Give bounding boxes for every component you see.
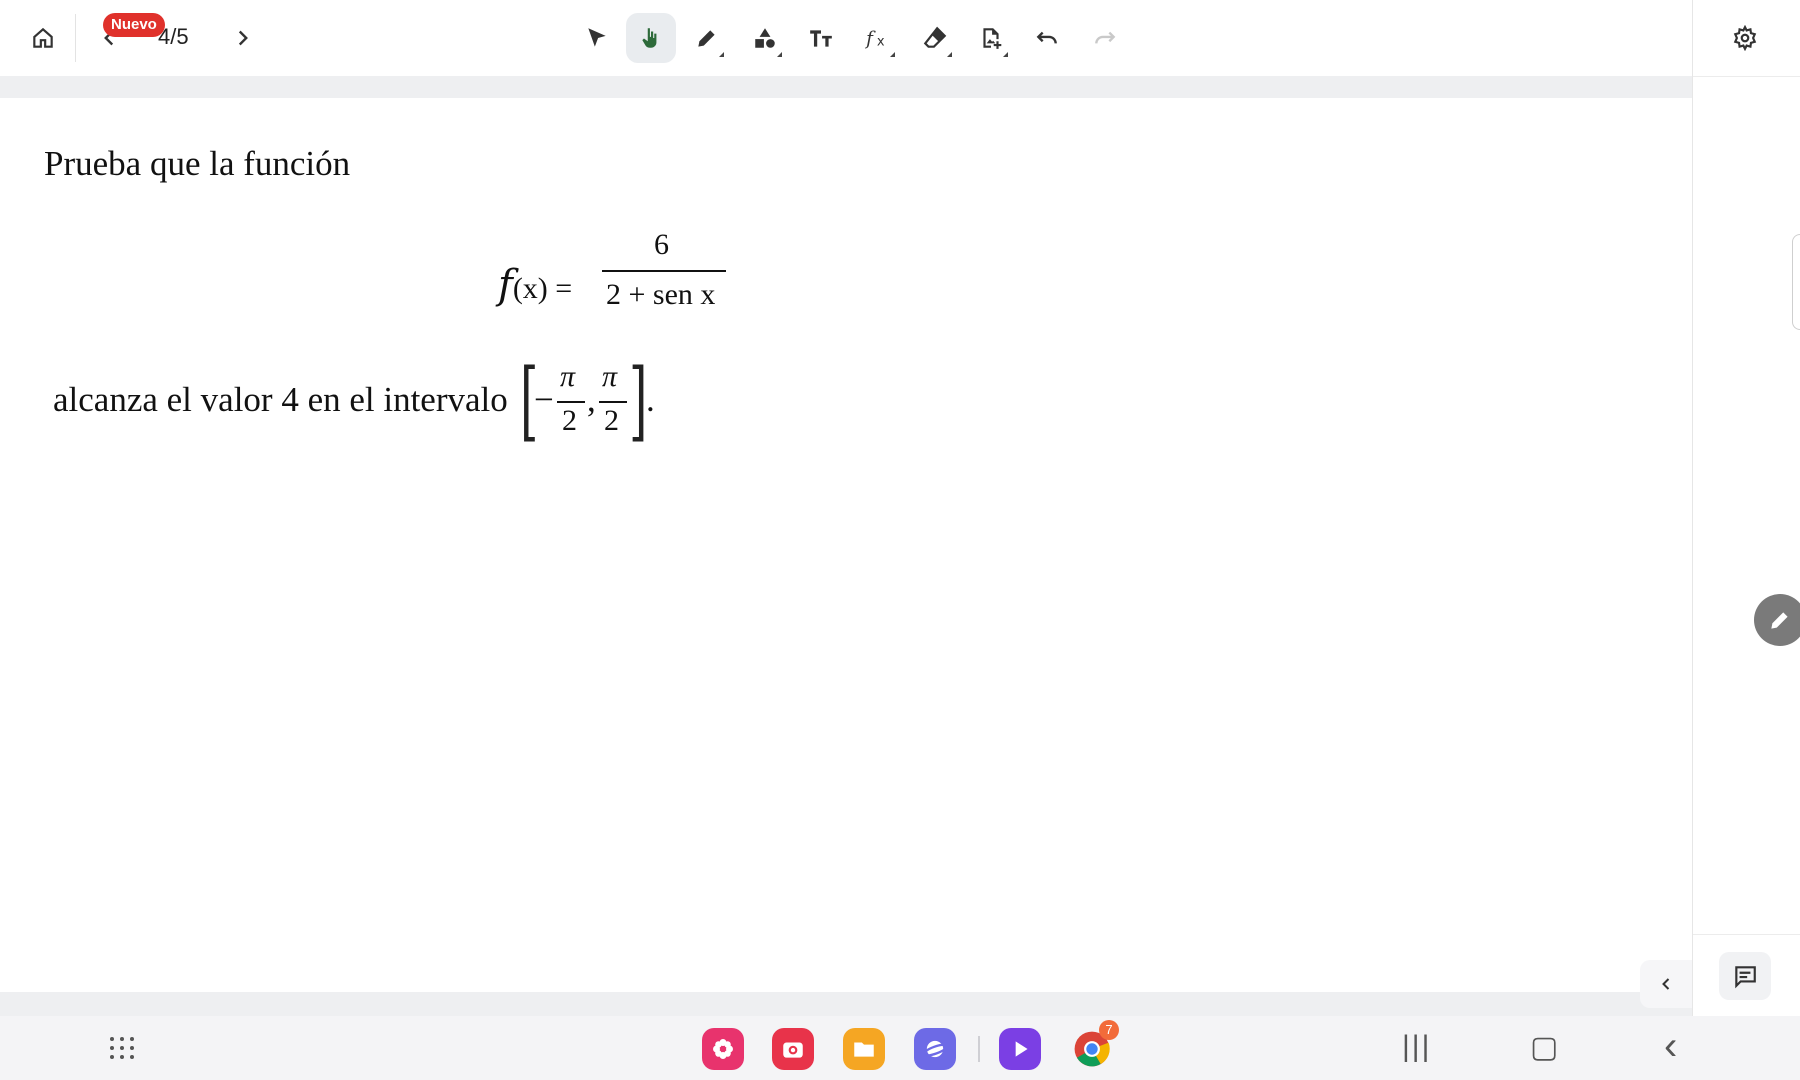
next-page-button[interactable]: [218, 13, 268, 63]
redo-icon: [1095, 31, 1116, 44]
pi-numerator-1: π: [560, 360, 576, 393]
camera-icon: [783, 1042, 803, 1058]
denominator-1: 2: [562, 404, 577, 437]
arrow-pointer-icon: [588, 28, 606, 47]
right-bracket: ]: [629, 351, 648, 451]
formula-lhs: f(x) =: [498, 262, 572, 308]
eraser-icon: [923, 26, 947, 48]
hand-tool-button[interactable]: [626, 13, 676, 63]
chevron-left-icon: [1662, 978, 1670, 990]
pen-tool-button[interactable]: [682, 13, 732, 63]
function-icon: fx: [865, 29, 885, 50]
planet-icon: [922, 1040, 949, 1058]
chevron-right-icon: [238, 30, 248, 46]
gear-icon: [1733, 25, 1757, 51]
redo-button[interactable]: [1080, 13, 1130, 63]
formula-denominator: 2 + sen x: [606, 278, 716, 311]
shapes-icon: [755, 28, 775, 48]
function-symbol: f: [498, 262, 513, 308]
fraction-bar: [602, 270, 726, 272]
right-panel-divider: [1693, 934, 1800, 935]
side-panel-handle[interactable]: [1792, 234, 1800, 330]
text-icon: [810, 30, 832, 47]
top-toolbar: Nuevo 4/5 fx: [0, 0, 1692, 76]
undo-icon: [1036, 31, 1057, 44]
shapes-tool-button[interactable]: [740, 13, 790, 63]
play-icon: [1015, 1041, 1028, 1057]
page-gap-bottom: [0, 992, 1692, 1016]
add-image-icon: [983, 28, 1002, 49]
hand-icon: [642, 28, 657, 48]
right-panel-divider: [1693, 76, 1800, 77]
svg-text:x: x: [877, 35, 885, 50]
interval-comma: ,: [587, 380, 596, 419]
app-drawer-button[interactable]: [108, 1034, 136, 1067]
chrome-app-icon[interactable]: 7: [1071, 1020, 1119, 1070]
files-app-icon[interactable]: [843, 1028, 885, 1070]
eraser-tool-button[interactable]: [910, 13, 960, 63]
interval-expression: [ − π 2 , π 2 ] .: [520, 358, 720, 448]
tool-options-indicator: [719, 52, 724, 57]
fraction-bar-2: [599, 401, 627, 403]
formula-tool-button[interactable]: fx: [853, 13, 903, 63]
apps-grid-icon: [110, 1037, 134, 1059]
home-icon: [33, 27, 53, 48]
text-tool-button[interactable]: [796, 13, 846, 63]
add-image-button[interactable]: [966, 13, 1016, 63]
page-gap-top: [0, 76, 1692, 98]
fraction-bar-1: [557, 401, 585, 403]
toolbar-divider: [75, 14, 76, 62]
statement-line: alcanza el valor 4 en el intervalo [ − π…: [53, 358, 753, 448]
tool-options-indicator: [947, 52, 952, 57]
formula-numerator: 6: [654, 228, 669, 261]
new-badge: Nuevo: [103, 13, 165, 37]
tool-options-indicator: [1003, 52, 1008, 57]
denominator-2: 2: [604, 404, 619, 437]
tool-options-indicator: [890, 52, 895, 57]
intro-text: Prueba que la función: [44, 144, 351, 183]
flower-icon: [713, 1039, 733, 1059]
tool-options-indicator: [777, 52, 782, 57]
folder-icon: [854, 1042, 874, 1057]
browser-app-icon[interactable]: [914, 1028, 956, 1070]
function-formula: f(x) = 6 2 + sen x: [498, 228, 738, 328]
nav-home-button[interactable]: ▢: [1530, 1030, 1558, 1065]
page-counter: 4/5: [158, 24, 189, 49]
function-argument: (x) =: [512, 272, 573, 305]
camera-app-icon[interactable]: [772, 1028, 814, 1070]
nav-back-button[interactable]: ‹: [1664, 1024, 1677, 1069]
comment-icon: [1735, 966, 1756, 989]
home-button[interactable]: [18, 13, 68, 63]
pen-icon: [698, 30, 715, 47]
undo-button[interactable]: [1022, 13, 1072, 63]
right-panel: [1692, 0, 1800, 1016]
settings-button[interactable]: [1720, 13, 1770, 63]
select-tool-button[interactable]: [572, 13, 622, 63]
comments-button[interactable]: [1719, 952, 1771, 1000]
interval-period: .: [646, 380, 655, 419]
minus-sign: −: [534, 380, 554, 419]
video-app-icon[interactable]: [999, 1028, 1041, 1070]
svg-text:f: f: [865, 29, 876, 50]
document-page: Prueba que la función f(x) = 6 2 + sen x…: [0, 98, 1692, 992]
statement-text: alcanza el valor 4 en el intervalo: [53, 380, 508, 419]
recents-button[interactable]: |||: [1402, 1030, 1431, 1064]
pencil-icon: [1771, 612, 1788, 629]
pen-mode-button[interactable]: [1754, 594, 1800, 646]
flower-app-icon[interactable]: [702, 1028, 744, 1070]
collapse-panel-button[interactable]: [1640, 960, 1692, 1008]
dock-divider: [978, 1036, 980, 1062]
notification-badge: 7: [1099, 1020, 1119, 1040]
pi-numerator-2: π: [602, 360, 618, 393]
